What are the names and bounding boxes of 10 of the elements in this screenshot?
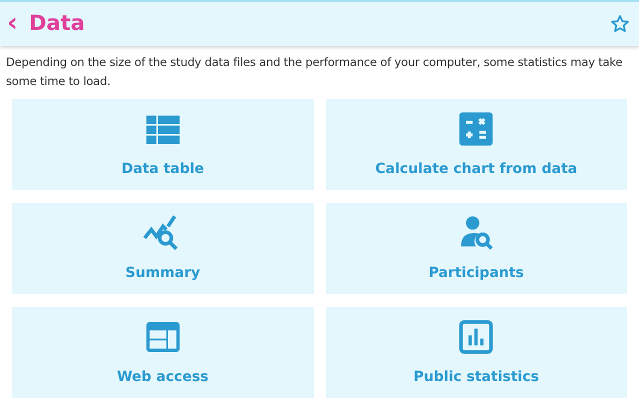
menu-tile[interactable]: Calculate chart from data [326, 99, 627, 190]
menu-tile[interactable]: Participants [326, 203, 627, 294]
back-button[interactable]: ‹ [7, 10, 17, 36]
menu-tile[interactable]: Summary [12, 203, 314, 294]
menu-tile[interactable]: Public statistics [326, 307, 627, 398]
page-title: Data [29, 10, 85, 38]
notice-text: Depending on the size of the study data files and the performance of your computer, some statistics may take some time to load. [5, 54, 624, 90]
menu-tile[interactable]: Web access [12, 307, 314, 398]
menu-tile[interactable]: Data table [12, 99, 314, 190]
star-icon[interactable] [610, 14, 630, 34]
